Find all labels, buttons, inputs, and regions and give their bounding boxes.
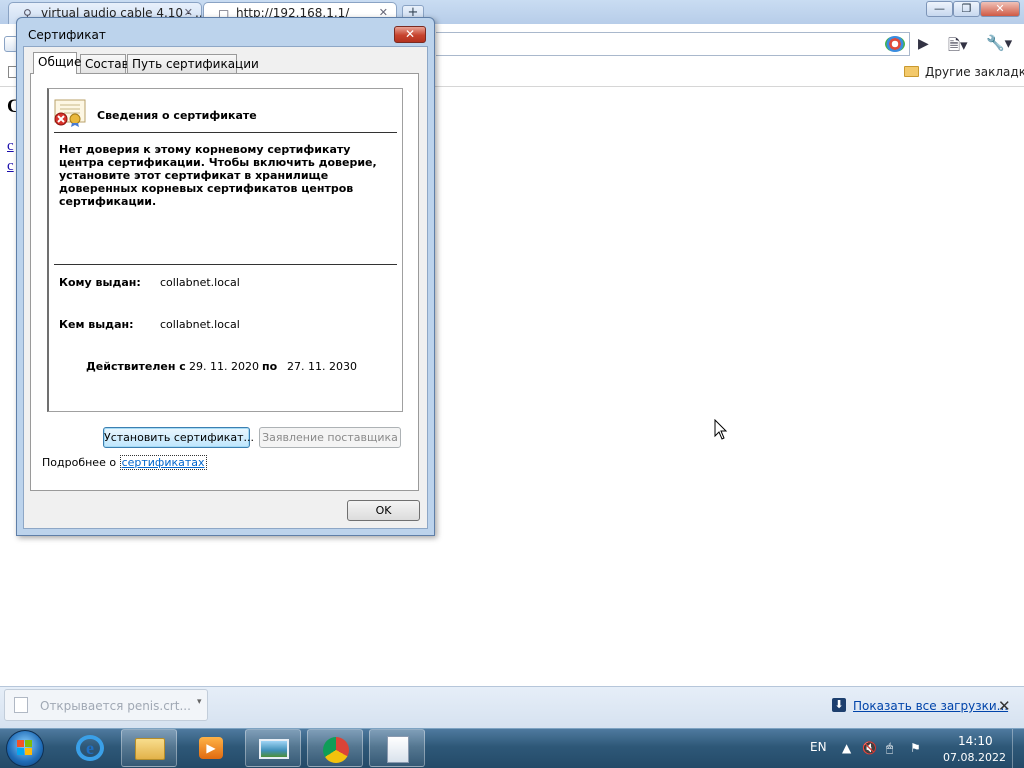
play-icon[interactable]: ▶	[918, 36, 929, 52]
issued-by-value: collabnet.local	[160, 318, 240, 331]
address-bar[interactable]	[436, 32, 910, 56]
file-icon	[14, 697, 28, 713]
certificate-info-title: Сведения о сертификате	[97, 109, 257, 122]
wrench-icon[interactable]: 🔧▾	[986, 34, 1012, 52]
picture-icon	[259, 739, 289, 759]
other-bookmarks-folder[interactable]: Другие закладки	[904, 65, 1024, 79]
window-close-button[interactable]: ✕	[980, 1, 1020, 17]
divider	[54, 264, 397, 265]
tab-general[interactable]: Общие	[33, 52, 81, 74]
valid-from-label: Действителен с	[86, 360, 186, 373]
ie-icon: e	[76, 735, 104, 761]
certificates-link[interactable]: сертификатах	[119, 455, 207, 470]
taskbar-internet-explorer[interactable]: e	[62, 729, 118, 767]
restore-button[interactable]: ❐	[953, 1, 980, 17]
issuer-statement-button[interactable]: Заявление поставщика	[259, 427, 401, 448]
media-player-icon: ▶	[199, 737, 223, 759]
trust-warning-text: Нет доверия к этому корневому сертификат…	[59, 143, 377, 208]
action-center-icon[interactable]: ⚑	[910, 741, 921, 755]
issued-to-value: collabnet.local	[160, 276, 240, 289]
taskbar-chrome[interactable]	[307, 729, 363, 767]
document-icon	[387, 736, 409, 763]
chrome-icon	[323, 737, 349, 763]
learn-more-prefix: Подробнее о	[42, 456, 120, 469]
clock-time[interactable]: 14:10	[958, 734, 993, 748]
issued-by-label: Кем выдан:	[59, 318, 134, 331]
windows-logo-icon	[17, 740, 33, 756]
language-indicator[interactable]: EN	[810, 740, 827, 754]
valid-from-value: 29. 11. 2020	[189, 360, 259, 373]
chevron-up-icon[interactable]: ▲	[842, 741, 851, 755]
page-link-fragment[interactable]: c	[7, 138, 14, 155]
certificate-error-icon	[54, 99, 86, 127]
taskbar-explorer[interactable]	[121, 729, 177, 767]
network-icon[interactable]: 🖱	[886, 741, 893, 756]
page-menu-icon[interactable]: 🗎▾	[948, 35, 968, 60]
mouse-cursor-icon	[714, 419, 728, 440]
download-item-label: Открывается penis.crt...	[40, 699, 191, 713]
page-link-fragment[interactable]: c	[7, 158, 14, 175]
show-desktop-button[interactable]	[1012, 729, 1024, 768]
issued-to-label: Кому выдан:	[59, 276, 141, 289]
folder-icon	[904, 66, 919, 77]
taskbar-document[interactable]	[369, 729, 425, 767]
shelf-close-button[interactable]: ✕	[998, 697, 1011, 715]
valid-to-value: 27. 11. 2030	[287, 360, 357, 373]
clock-date[interactable]: 07.08.2022	[943, 751, 1006, 764]
ok-button[interactable]: OK	[347, 500, 420, 521]
show-all-downloads-link[interactable]: Показать все загрузки...	[853, 699, 1008, 713]
minimize-button[interactable]: —	[926, 1, 953, 17]
other-bookmarks-label: Другие закладки	[925, 65, 1024, 79]
taskbar-image-viewer[interactable]	[245, 729, 301, 767]
divider	[54, 132, 397, 133]
tab-certification-path[interactable]: Путь сертификации	[127, 54, 259, 73]
dialog-close-button[interactable]: ✕	[394, 26, 426, 43]
chevron-down-icon[interactable]: ▾	[197, 697, 202, 707]
learn-more-row: Подробнее о сертификатах	[42, 455, 207, 470]
extension-icon[interactable]	[885, 36, 905, 52]
dialog-title: Сертификат	[28, 28, 106, 42]
install-certificate-button[interactable]: Установить сертификат...	[103, 427, 254, 448]
taskbar-media-player[interactable]: ▶	[183, 729, 239, 767]
tab-details[interactable]: Состав	[80, 54, 129, 73]
folder-icon	[135, 738, 165, 760]
volume-muted-icon[interactable]: 🔇	[862, 741, 877, 755]
valid-to-label: по	[262, 360, 278, 373]
download-arrow-icon: ⬇	[832, 698, 846, 712]
